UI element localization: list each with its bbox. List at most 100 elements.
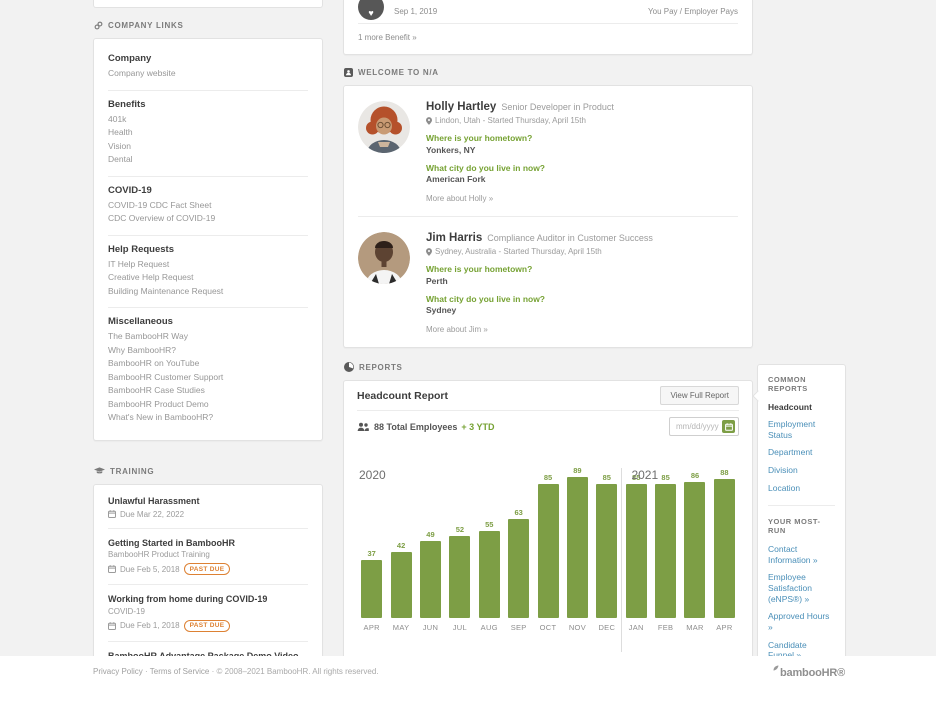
company-link[interactable]: Building Maintenance Request: [108, 286, 308, 296]
bar-value-label: 85: [544, 473, 552, 482]
calendar-picker-button[interactable]: [722, 420, 735, 433]
avatar-jim[interactable]: [358, 232, 410, 284]
profile-question: What city do you live in now?: [426, 294, 653, 304]
common-reports-card: COMMON REPORTS Headcount Employment Stat…: [757, 364, 846, 698]
company-link[interactable]: BambooHR on YouTube: [108, 358, 308, 368]
chart-bar-slot: 88: [710, 468, 739, 618]
more-about-link[interactable]: More about Holly »: [426, 194, 614, 203]
company-link[interactable]: Creative Help Request: [108, 272, 308, 282]
month-label: AUG: [475, 623, 504, 632]
training-item[interactable]: Getting Started in BambooHR BambooHR Pro…: [108, 529, 308, 586]
company-link[interactable]: Why BambooHR?: [108, 345, 308, 355]
training-item-title: Getting Started in BambooHR: [108, 538, 308, 548]
benefit-card: ♥ Sep 1, 2019 You Pay / Employer Pays 1 …: [343, 0, 753, 55]
company-links-card: Company Company website Benefits 401k He…: [93, 38, 323, 441]
link-group-benefits: Benefits 401k Health Vision Dental: [108, 91, 308, 177]
company-link[interactable]: What's New in BambooHR?: [108, 412, 308, 422]
company-link[interactable]: COVID-19 CDC Fact Sheet: [108, 200, 308, 210]
bar-may-42[interactable]: [391, 552, 412, 618]
view-full-report-button[interactable]: View Full Report: [660, 386, 739, 405]
bar-jul-52[interactable]: [449, 536, 470, 618]
total-employees-label: 88 Total Employees: [374, 422, 457, 432]
chart-months: APRMAYJUNJULAUGSEPOCTNOVDECJANFEBMARAPR: [357, 623, 739, 632]
year-label-2020: 2020: [359, 468, 386, 482]
past-due-badge: PAST DUE: [184, 620, 231, 632]
company-link[interactable]: Vision: [108, 141, 308, 151]
reports-header: REPORTS: [344, 362, 753, 372]
bar-apr-37[interactable]: [361, 560, 382, 618]
bar-aug-55[interactable]: [479, 531, 500, 618]
graduation-cap-icon: [94, 467, 105, 475]
bar-jan-85[interactable]: [626, 484, 647, 618]
month-label: APR: [357, 623, 386, 632]
link-group-company: Company Company website: [108, 45, 308, 91]
company-link[interactable]: BambooHR Customer Support: [108, 372, 308, 382]
chart-bars: 37424952556385898585858688: [357, 468, 739, 618]
privacy-policy-link[interactable]: Privacy Policy: [93, 667, 143, 676]
profile-role: Compliance Auditor in Customer Success: [487, 233, 653, 243]
avatar-holly[interactable]: [358, 101, 410, 153]
profile-answer: American Fork: [426, 174, 614, 184]
chart-bar-slot: 52: [445, 525, 474, 618]
copyright-text: © 2008–2021 BambooHR. All rights reserve…: [217, 667, 379, 676]
bar-value-label: 89: [573, 466, 581, 475]
page-footer: Privacy Policy · Terms of Service · © 20…: [0, 656, 936, 702]
date-field[interactable]: [676, 422, 722, 431]
company-link[interactable]: BambooHR Case Studies: [108, 385, 308, 395]
most-run-link[interactable]: Employee Satisfaction (eNPS®) »: [768, 572, 835, 604]
terms-of-service-link[interactable]: Terms of Service: [150, 667, 210, 676]
main-column: ♥ Sep 1, 2019 You Pay / Employer Pays 1 …: [343, 0, 753, 677]
chart-bar-slot: 85: [533, 473, 562, 618]
company-link[interactable]: Dental: [108, 154, 308, 164]
training-item[interactable]: Unlawful Harassment Due Mar 22, 2022: [108, 487, 308, 529]
profile-holly: Holly Hartley Senior Developer in Produc…: [358, 86, 738, 217]
more-about-link[interactable]: More about Jim »: [426, 325, 653, 334]
bar-sep-63[interactable]: [508, 519, 529, 618]
month-label: FEB: [651, 623, 680, 632]
common-report-link[interactable]: Employment Status: [768, 419, 835, 440]
company-link[interactable]: Health: [108, 127, 308, 137]
bar-jun-49[interactable]: [420, 541, 441, 618]
profile-name: Holly Hartley: [426, 101, 496, 113]
most-run-link[interactable]: Approved Hours »: [768, 611, 835, 632]
welcome-header: WELCOME TO N/A: [344, 68, 753, 77]
report-title: Headcount Report: [357, 390, 448, 402]
link-group-miscellaneous: Miscellaneous The BambooHR Way Why Bambo…: [108, 308, 308, 434]
bar-mar-86[interactable]: [684, 482, 705, 618]
bar-dec-85[interactable]: [596, 484, 617, 618]
bar-feb-85[interactable]: [655, 484, 676, 618]
common-report-link[interactable]: Location: [768, 483, 835, 494]
company-link[interactable]: IT Help Request: [108, 259, 308, 269]
common-report-link[interactable]: Department: [768, 447, 835, 458]
common-report-active-headcount[interactable]: Headcount: [768, 402, 835, 412]
training-item[interactable]: Working from home during COVID-19 COVID-…: [108, 585, 308, 642]
company-link[interactable]: CDC Overview of COVID-19: [108, 213, 308, 223]
link-group-covid: COVID-19 COVID-19 CDC Fact Sheet CDC Ove…: [108, 177, 308, 236]
company-link[interactable]: BambooHR Product Demo: [108, 399, 308, 409]
more-benefits-link[interactable]: 1 more Benefit »: [358, 33, 738, 42]
training-due-date: Due Feb 1, 2018: [120, 621, 180, 630]
link-group-help-requests: Help Requests IT Help Request Creative H…: [108, 236, 308, 309]
month-label: NOV: [563, 623, 592, 632]
company-link[interactable]: Company website: [108, 68, 308, 78]
date-input[interactable]: [669, 417, 739, 436]
reports-side-panel: COMMON REPORTS Headcount Employment Stat…: [757, 364, 846, 698]
most-run-link[interactable]: Contact Information »: [768, 544, 835, 565]
training-item-title: Unlawful Harassment: [108, 496, 308, 506]
company-link[interactable]: 401k: [108, 114, 308, 124]
bar-nov-89[interactable]: [567, 477, 588, 618]
common-reports-header: COMMON REPORTS: [768, 375, 835, 393]
bar-value-label: 42: [397, 541, 405, 550]
company-link[interactable]: The BambooHR Way: [108, 331, 308, 341]
bar-value-label: 85: [661, 473, 669, 482]
bar-apr-88[interactable]: [714, 479, 735, 618]
month-label: JUN: [416, 623, 445, 632]
past-due-badge: PAST DUE: [184, 563, 231, 575]
location-pin-icon: [426, 117, 432, 125]
bar-oct-85[interactable]: [538, 484, 559, 618]
bamboohr-logo: bambooHR®: [773, 667, 845, 679]
chart-bar-slot: 49: [416, 530, 445, 618]
training-due-date: Due Mar 22, 2022: [120, 510, 184, 519]
common-report-link[interactable]: Division: [768, 465, 835, 476]
logo-text: bambooHR®: [780, 667, 845, 679]
